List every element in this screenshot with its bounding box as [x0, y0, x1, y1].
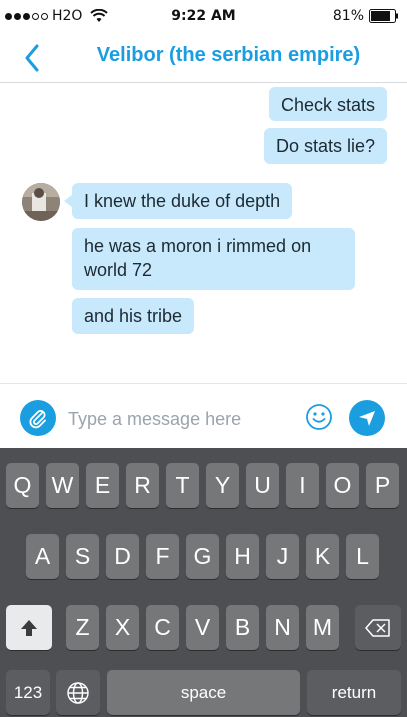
key-p[interactable]: P [366, 463, 399, 508]
key-i[interactable]: I [286, 463, 319, 508]
attach-button[interactable] [20, 400, 56, 436]
incoming-message[interactable]: and his tribe [72, 298, 195, 334]
key-t[interactable]: T [166, 463, 199, 508]
shift-arrow-icon [21, 619, 37, 636]
key-h[interactable]: H [226, 534, 259, 579]
backspace-icon [365, 618, 390, 637]
key-o[interactable]: O [326, 463, 359, 508]
key-v[interactable]: V [186, 605, 219, 650]
message-composer [0, 383, 407, 449]
shift-key[interactable] [6, 605, 52, 650]
key-a[interactable]: A [26, 534, 59, 579]
incoming-message[interactable]: he was a moron i rimmed on world 72 [72, 228, 355, 290]
emoji-button[interactable] [305, 403, 333, 431]
chevron-left-icon [25, 44, 39, 72]
key-m[interactable]: M [306, 605, 339, 650]
key-g[interactable]: G [186, 534, 219, 579]
key-b[interactable]: B [226, 605, 259, 650]
conversation-title[interactable]: Velibor (the serbian empire) [60, 44, 397, 67]
battery-icon [369, 9, 398, 23]
numbers-key[interactable]: 123 [6, 670, 50, 715]
return-key[interactable]: return [307, 670, 401, 715]
key-e[interactable]: E [86, 463, 119, 508]
key-z[interactable]: Z [66, 605, 99, 650]
key-r[interactable]: R [126, 463, 159, 508]
send-button[interactable] [349, 400, 385, 436]
key-l[interactable]: L [346, 534, 379, 579]
key-x[interactable]: X [106, 605, 139, 650]
nav-bar: Velibor (the serbian empire) [0, 34, 407, 83]
status-bar: H2O 9:22 AM 81% [0, 0, 407, 34]
message-input[interactable] [66, 398, 302, 440]
smiley-icon [306, 404, 332, 430]
key-d[interactable]: D [106, 534, 139, 579]
keyboard: Q W E R T Y U I O P A S D F G H J K L Z … [0, 448, 407, 717]
status-right: 81% [333, 8, 399, 24]
key-q[interactable]: Q [6, 463, 39, 508]
key-c[interactable]: C [146, 605, 179, 650]
globe-key[interactable] [56, 670, 100, 715]
back-button[interactable] [12, 38, 52, 78]
globe-icon [67, 681, 89, 704]
outgoing-message[interactable]: Do stats lie? [263, 128, 387, 164]
key-f[interactable]: F [146, 534, 179, 579]
key-k[interactable]: K [306, 534, 339, 579]
contact-avatar[interactable] [22, 183, 60, 221]
key-n[interactable]: N [266, 605, 299, 650]
key-j[interactable]: J [266, 534, 299, 579]
avatar-photo [22, 183, 60, 221]
key-y[interactable]: Y [206, 463, 239, 508]
chat-area[interactable]: Check stats Do stats lie? I knew the duk… [0, 83, 407, 383]
incoming-message[interactable]: I knew the duke of depth [63, 183, 293, 219]
delete-key[interactable] [355, 605, 401, 650]
battery-percent: 81% [332, 8, 364, 24]
send-icon [359, 411, 375, 426]
outgoing-message[interactable]: Check stats [268, 87, 387, 121]
paperclip-icon [29, 410, 46, 429]
key-u[interactable]: U [246, 463, 279, 508]
key-w[interactable]: W [46, 463, 79, 508]
key-s[interactable]: S [66, 534, 99, 579]
space-key[interactable]: space [107, 670, 300, 715]
